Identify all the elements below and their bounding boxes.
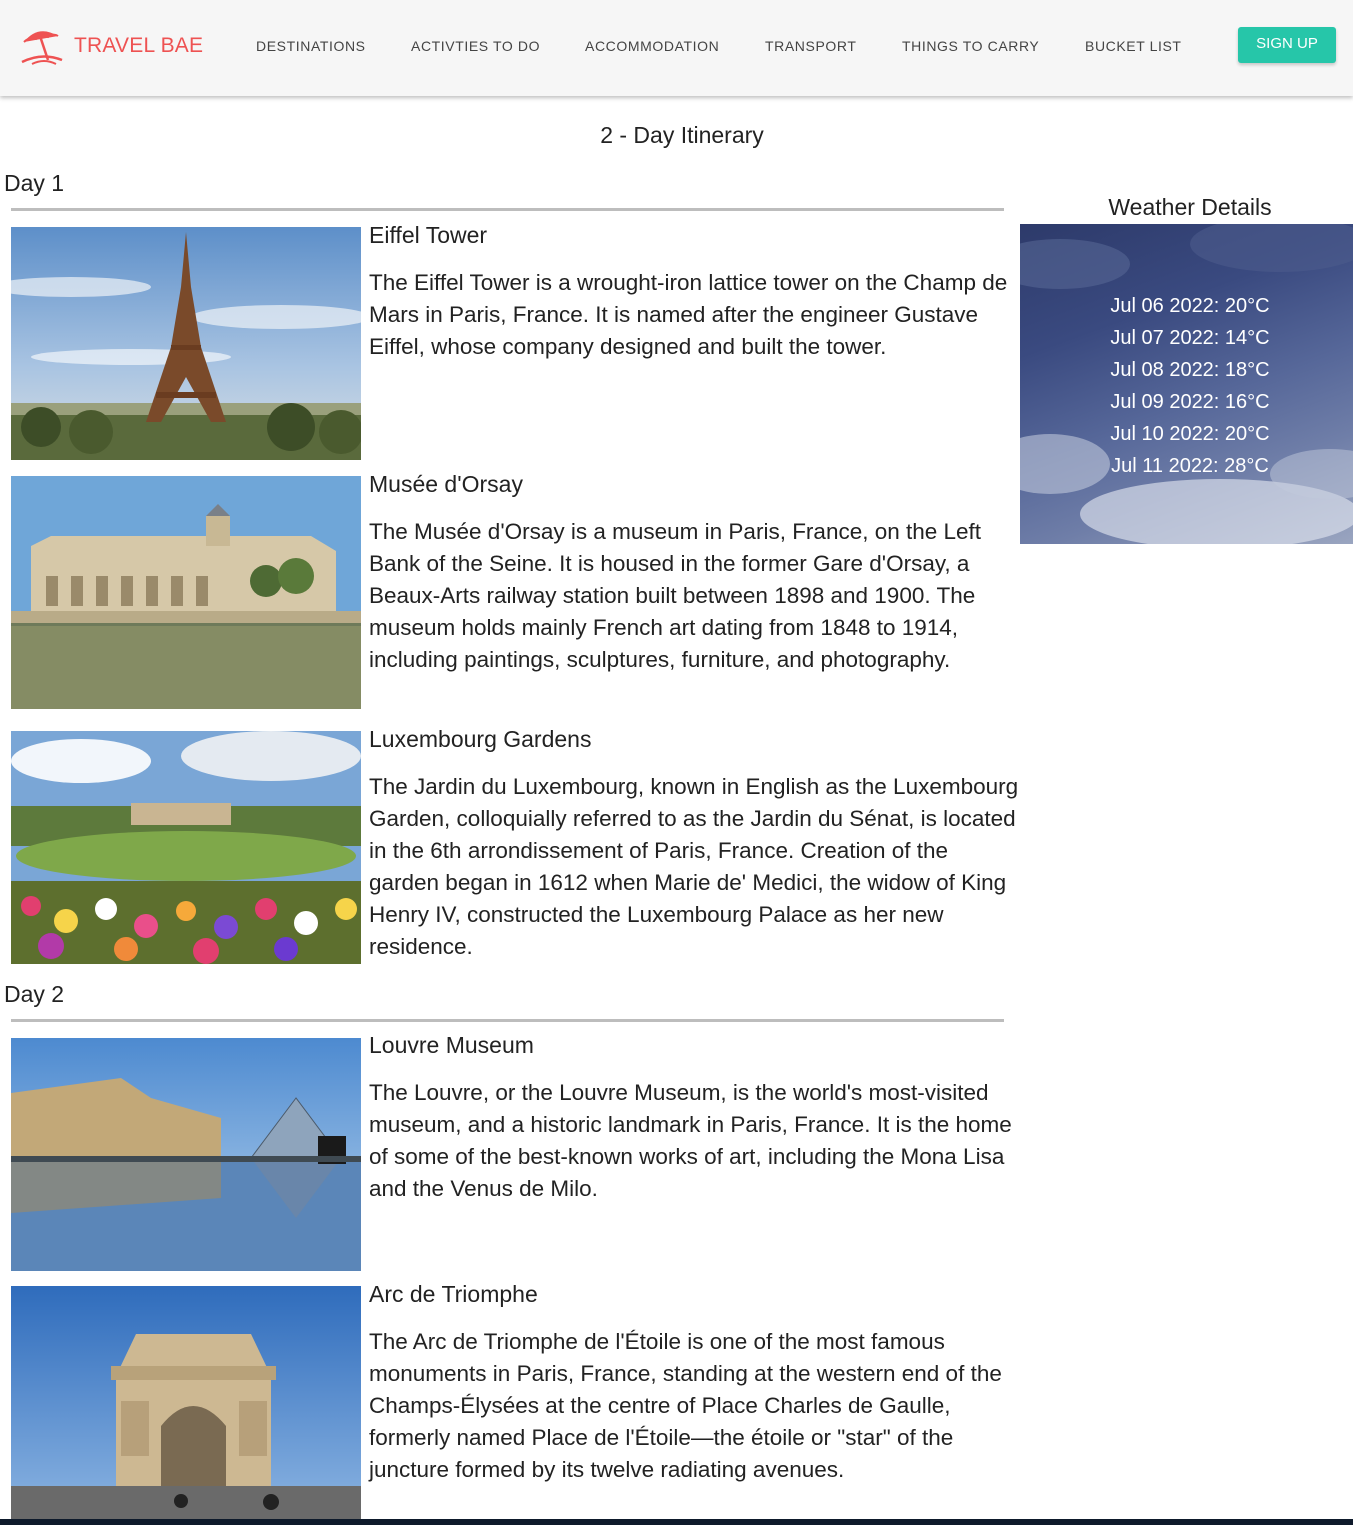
forecast-row: Jul 07 2022: 14°C <box>1110 327 1270 349</box>
place-name: Eiffel Tower <box>369 222 488 248</box>
top-navbar: TRAVEL BAE DESTINATIONS ACTIVTIES TO DO … <box>0 0 1353 96</box>
brand-name: TRAVEL BAE <box>74 34 204 57</box>
place-name: Musée d'Orsay <box>369 471 523 497</box>
place-description: The Jardin du Luxembourg, known in Engli… <box>369 774 1019 959</box>
day-heading: Day 2 <box>4 981 65 1007</box>
day-heading: Day 1 <box>4 170 65 196</box>
beach-umbrella-logo-icon <box>21 31 63 65</box>
place-name: Louvre Museum <box>369 1032 534 1058</box>
forecast-row: Jul 09 2022: 16°C <box>1110 391 1270 413</box>
louvre-museum-photo <box>11 1038 361 1271</box>
day-divider <box>11 1019 1004 1022</box>
nav-destinations[interactable]: DESTINATIONS <box>256 38 366 54</box>
nav-activities[interactable]: ACTIVTIES TO DO <box>411 38 540 54</box>
weather-title: Weather Details <box>1108 194 1272 220</box>
nav-bucket-list[interactable]: BUCKET LIST <box>1085 38 1182 54</box>
luxembourg-gardens-photo <box>11 731 361 964</box>
forecast-row: Jul 08 2022: 18°C <box>1110 359 1270 381</box>
page-title: 2 - Day Itinerary <box>600 122 764 148</box>
footer-edge <box>0 1519 1353 1525</box>
musee-dorsay-photo <box>11 476 361 709</box>
sign-up-button[interactable]: SIGN UP <box>1238 27 1336 63</box>
place-name: Luxembourg Gardens <box>369 726 592 752</box>
eiffel-tower-photo <box>11 227 361 460</box>
forecast-row: Jul 06 2022: 20°C <box>1110 295 1270 317</box>
weather-panel: Jul 06 2022: 20°C Jul 07 2022: 14°C Jul … <box>1020 224 1353 544</box>
place-description: The Arc de Triomphe de l'Étoile is one o… <box>369 1329 1002 1482</box>
forecast-row: Jul 10 2022: 20°C <box>1110 423 1270 445</box>
place-description: The Musée d'Orsay is a museum in Paris, … <box>369 519 982 672</box>
weather-forecast-list: Jul 06 2022: 20°C Jul 07 2022: 14°C Jul … <box>1020 290 1353 482</box>
place-name: Arc de Triomphe <box>369 1281 538 1307</box>
brand-link[interactable]: TRAVEL BAE <box>18 22 203 70</box>
nav-things-to-carry[interactable]: THINGS TO CARRY <box>902 38 1039 54</box>
arc-de-triomphe-photo <box>11 1286 361 1519</box>
nav-transport[interactable]: TRANSPORT <box>765 38 857 54</box>
forecast-row: Jul 11 2022: 28°C <box>1111 455 1269 477</box>
place-description: The Eiffel Tower is a wrought-iron latti… <box>369 270 1008 359</box>
nav-accommodation[interactable]: ACCOMMODATION <box>585 38 719 54</box>
day-divider <box>11 208 1004 211</box>
place-description: The Louvre, or the Louvre Museum, is the… <box>369 1080 1012 1201</box>
